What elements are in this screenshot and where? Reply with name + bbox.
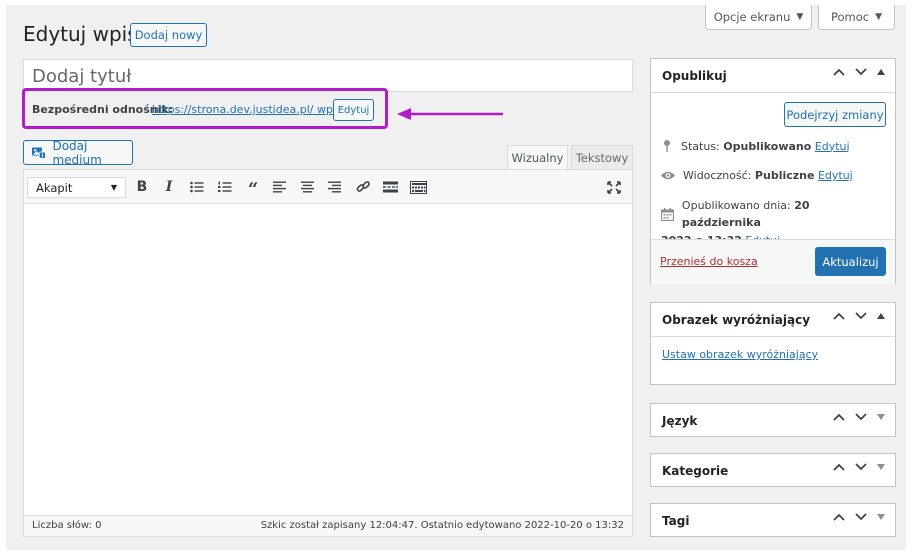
featured-image-box-header: Obrazek wyróżniający: [651, 303, 895, 336]
toggle-panel-icon[interactable]: [877, 313, 885, 319]
help-tab[interactable]: Pomoc ▼: [818, 5, 895, 30]
categories-box-title: Kategorie: [662, 463, 729, 478]
toggle-panel-icon[interactable]: [877, 69, 885, 75]
language-box-header[interactable]: Język: [651, 404, 895, 437]
add-media-button[interactable]: Dodaj medium: [23, 138, 133, 167]
add-new-button[interactable]: Dodaj nowy: [130, 23, 207, 47]
publish-box-divider: [651, 92, 895, 93]
publish-box-header: Opublikuj: [651, 59, 895, 92]
link-icon[interactable]: [353, 178, 373, 196]
align-center-icon[interactable]: [298, 178, 318, 196]
chevron-up-icon[interactable]: [833, 513, 845, 521]
caret-down-icon: ▼: [875, 12, 883, 22]
published-label: Opublikowano dnia:: [681, 199, 791, 212]
read-more-icon[interactable]: [380, 178, 400, 196]
toggle-panel-icon[interactable]: [877, 464, 885, 470]
status-value: Opublikowano: [723, 139, 812, 153]
word-count: Liczba słów: 0: [32, 520, 102, 531]
visibility-row: Widoczność: Publiczne Edytuj: [660, 169, 853, 182]
align-right-icon[interactable]: [325, 178, 345, 196]
preview-changes-button[interactable]: Podejrzyj zmiany: [784, 102, 886, 127]
publish-actions: Przenieś do kosza Aktualizuj: [651, 239, 895, 284]
language-box-title: Język: [662, 413, 698, 428]
tags-box-header[interactable]: Tagi: [651, 504, 895, 537]
caret-down-icon: ▼: [110, 183, 117, 192]
format-select-value: Akapit: [36, 180, 73, 195]
set-featured-image-link[interactable]: Ustaw obrazek wyróżniający: [662, 348, 818, 361]
pin-icon: [664, 140, 670, 152]
format-select[interactable]: Akapit ▼: [27, 177, 126, 198]
chevron-up-icon[interactable]: [833, 312, 845, 320]
language-box: Język: [650, 403, 896, 437]
chevron-up-icon[interactable]: [833, 463, 845, 471]
visibility-label: Widoczność:: [683, 169, 752, 182]
featured-image-box: Obrazek wyróżniający Ustaw obrazek wyróż…: [650, 302, 896, 385]
status-row: Status: Opublikowano Edytuj: [661, 139, 850, 153]
chevron-down-icon[interactable]: [855, 312, 867, 320]
permalink-url-link[interactable]: https://strona.dev.justidea.pl/ wpis/: [152, 103, 345, 116]
fullscreen-icon[interactable]: [604, 178, 624, 196]
screen-options-tab[interactable]: Opcje ekranu ▼: [705, 5, 812, 30]
publish-box: Opublikuj Podejrzyj zmiany Status: Opubl…: [650, 58, 896, 284]
tab-text[interactable]: Tekstowy: [571, 145, 633, 169]
chevron-down-icon[interactable]: [855, 68, 867, 76]
align-left-icon[interactable]: [270, 178, 290, 196]
status-edit-link[interactable]: Edytuj: [815, 140, 850, 153]
toggle-panel-icon[interactable]: [877, 414, 885, 420]
status-label: Status:: [681, 139, 720, 153]
page-title: Edytuj wpis: [23, 22, 138, 46]
permalink-edit-button[interactable]: Edytuj: [333, 99, 374, 121]
chevron-down-icon[interactable]: [855, 513, 867, 521]
editor-content-area[interactable]: [23, 169, 633, 537]
add-media-label: Dodaj medium: [52, 138, 102, 167]
screen-options-label: Opcje ekranu: [713, 10, 791, 24]
tags-box: Tagi: [650, 503, 896, 537]
chevron-up-icon[interactable]: [833, 68, 845, 76]
caret-down-icon: ▼: [796, 12, 804, 22]
editor-statusbar: Liczba słów: 0 Szkic został zapisany 12:…: [24, 515, 632, 536]
blockquote-icon[interactable]: “: [243, 178, 263, 199]
tags-box-title: Tagi: [662, 513, 690, 528]
bold-icon[interactable]: B: [132, 178, 152, 196]
media-icon: [32, 147, 47, 159]
arrow-left-icon: [397, 108, 503, 120]
italic-icon[interactable]: I: [159, 178, 179, 196]
tab-visual[interactable]: Wizualny: [507, 145, 568, 169]
categories-box: Kategorie: [650, 453, 896, 487]
help-label: Pomoc: [830, 10, 870, 24]
chevron-down-icon[interactable]: [855, 463, 867, 471]
featured-image-divider: [651, 336, 895, 337]
publish-box-title: Opublikuj: [662, 68, 727, 83]
chevron-up-icon[interactable]: [833, 413, 845, 421]
toolbar-toggle-icon[interactable]: [407, 178, 429, 196]
numbered-list-icon[interactable]: [215, 178, 235, 196]
autosave-status: Szkic został zapisany 12:04:47. Ostatnio…: [260, 520, 624, 531]
visibility-edit-link[interactable]: Edytuj: [818, 169, 853, 182]
bulleted-list-icon[interactable]: [187, 178, 207, 196]
visibility-value: Publiczne: [754, 169, 815, 182]
calendar-icon: [661, 207, 674, 221]
move-to-trash-link[interactable]: Przenieś do kosza: [660, 255, 758, 268]
featured-image-box-title: Obrazek wyróżniający: [662, 312, 811, 327]
chevron-down-icon[interactable]: [855, 413, 867, 421]
eye-icon: [661, 171, 675, 180]
categories-box-header[interactable]: Kategorie: [651, 454, 895, 487]
update-button[interactable]: Aktualizuj: [815, 247, 886, 276]
toggle-panel-icon[interactable]: [877, 514, 885, 520]
